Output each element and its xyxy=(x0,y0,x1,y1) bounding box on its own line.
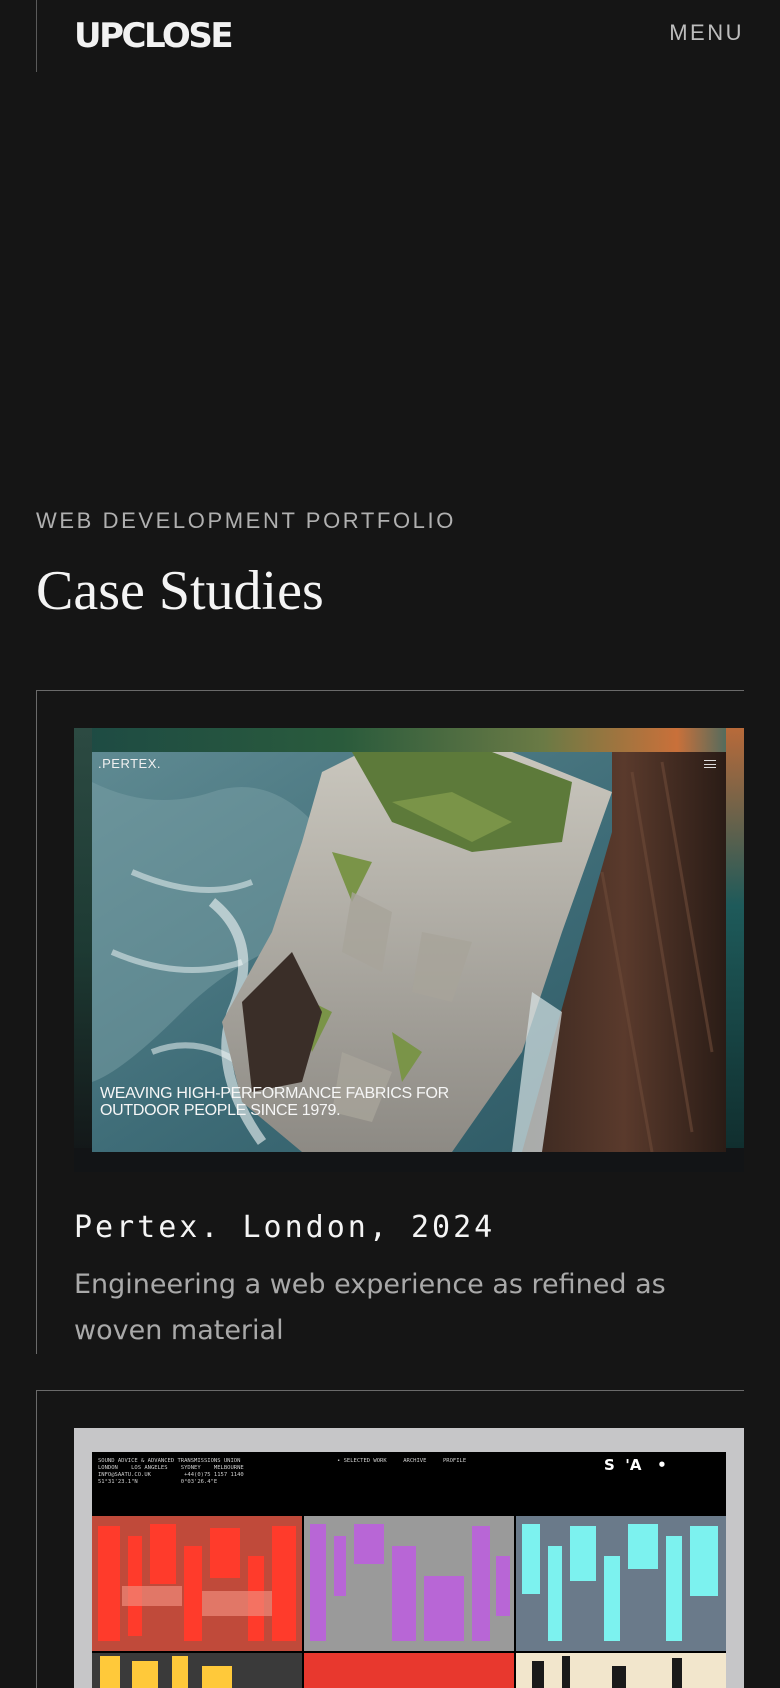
case-study-thumbnail[interactable]: .PERTEX. Weaving high-performance fabric… xyxy=(74,728,744,1172)
card-top-divider xyxy=(36,1390,744,1391)
project-grid-artwork xyxy=(92,1516,726,1688)
case-study-thumbnail[interactable]: SOUND ADVICE & ADVANCED TRANSMISSIONS UN… xyxy=(74,1428,744,1688)
thumbnail-backdrop-right xyxy=(726,728,744,1172)
case-study-description: Engineering a web experience as refined … xyxy=(74,1269,666,1346)
website-preview: .PERTEX. Weaving high-performance fabric… xyxy=(92,752,726,1152)
preview-brand-logo: S 'A • xyxy=(604,1456,667,1474)
preview-nav: • SELECTED WORK ARCHIVE PROFILE xyxy=(337,1458,467,1464)
page-title: Case Studies xyxy=(36,560,324,622)
website-preview: SOUND ADVICE & ADVANCED TRANSMISSIONS UN… xyxy=(92,1452,726,1688)
menu-button[interactable]: MENU xyxy=(669,18,744,48)
preview-contact-meta: SOUND ADVICE & ADVANCED TRANSMISSIONS UN… xyxy=(98,1458,244,1485)
preview-tagline: Weaving high-performance fabrics for out… xyxy=(100,1085,449,1119)
case-study-title[interactable]: Pertex. London, 2024 xyxy=(74,1208,495,1248)
header-divider xyxy=(36,0,37,72)
preview-brand-logo: .PERTEX. xyxy=(98,756,162,771)
card-left-divider xyxy=(36,690,37,1354)
section-eyebrow: WEB DEVELOPMENT PORTFOLIO xyxy=(36,508,456,533)
page: UPCLOSE MENU WEB DEVELOPMENT PORTFOLIO C… xyxy=(0,0,780,1688)
card-top-divider xyxy=(36,690,744,691)
card-left-divider xyxy=(36,1390,37,1688)
case-study-card-saatu[interactable]: SOUND ADVICE & ADVANCED TRANSMISSIONS UN… xyxy=(36,1390,744,1688)
case-study-card-pertex[interactable]: .PERTEX. Weaving high-performance fabric… xyxy=(36,690,744,1354)
thumbnail-backdrop-left xyxy=(74,728,92,1172)
site-logo[interactable]: UPCLOSE xyxy=(74,14,234,58)
hamburger-icon xyxy=(704,760,716,768)
